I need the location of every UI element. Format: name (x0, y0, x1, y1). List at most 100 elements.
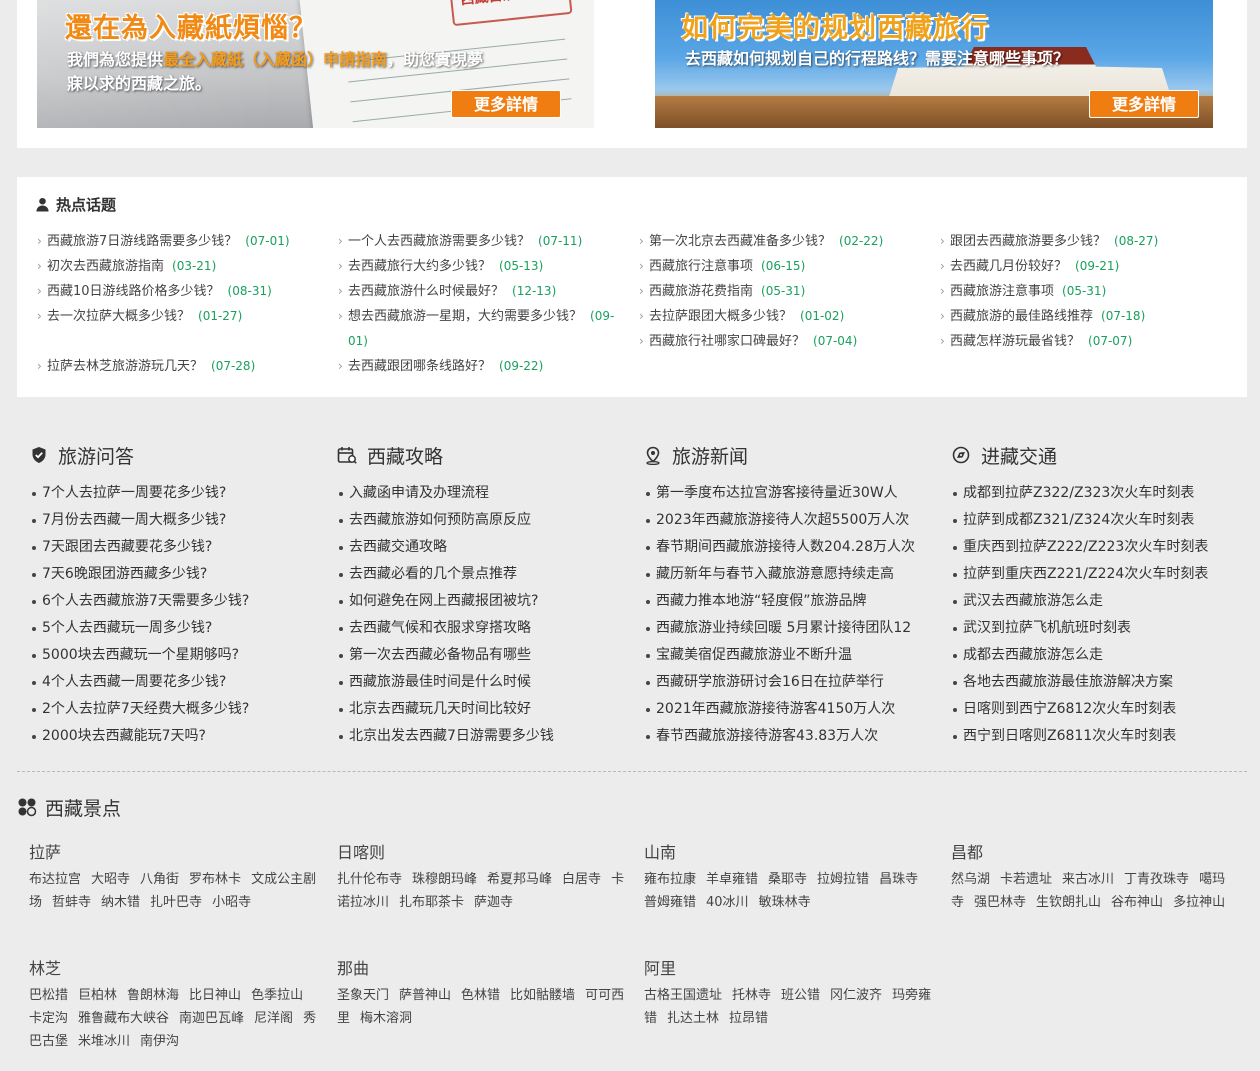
list-item[interactable]: 武汉到拉萨飞机航班时刻表 (951, 615, 1251, 642)
hot-topic-item[interactable]: 去西藏旅行大约多少钱？(05-13) (336, 254, 626, 279)
spot-link[interactable]: 普姆雍错 (644, 895, 696, 910)
spot-link[interactable]: 巨柏林 (78, 988, 117, 1003)
spot-link[interactable]: 尼洋阁 (254, 1011, 293, 1026)
hot-topic-item[interactable]: 去一次拉萨大概多少钱？(01-27) (35, 304, 325, 329)
hot-topic-item[interactable]: 第一次北京去西藏准备多少钱？(02-22) (637, 229, 927, 254)
list-item[interactable]: 入藏函申请及办理流程 (337, 480, 637, 507)
list-item[interactable]: 藏历新年与春节入藏旅游意愿持续走高 (644, 561, 944, 588)
list-item[interactable]: 西藏研学旅游研讨会16日在拉萨举行 (644, 669, 944, 696)
spot-link[interactable]: 哲蚌寺 (52, 895, 91, 910)
hot-topic-item[interactable]: 西藏旅游注意事项(05-31) (938, 279, 1228, 304)
list-item[interactable]: 拉萨到成都Z321/Z324次火车时刻表 (951, 507, 1251, 534)
spot-link[interactable]: 比如骷髅墙 (510, 988, 575, 1003)
list-item[interactable]: 春节西藏旅游接待游客43.83万人次 (644, 723, 944, 750)
list-item[interactable]: 北京出发去西藏7日游需要多少钱 (337, 723, 637, 750)
hot-topic-item[interactable]: 去拉萨跟团大概多少钱？(01-02) (637, 304, 927, 329)
hot-topic-item[interactable]: 西藏怎样游玩最省钱？(07-07) (938, 329, 1228, 354)
plan-trip-banner[interactable]: 如何完美的规划西藏旅行 去西藏如何规划自己的行程路线？需要注意哪些事项？ 更多詳… (655, 0, 1213, 128)
list-item[interactable]: 5000块去西藏玩一个星期够吗? (30, 642, 330, 669)
list-item[interactable]: 西藏旅游最佳时间是什么时候 (337, 669, 637, 696)
list-item[interactable]: 武汉去西藏旅游怎么走 (951, 588, 1251, 615)
hot-topic-item[interactable]: 想去西藏旅游一星期，大约需要多少钱？(09-01) (336, 304, 626, 354)
spot-link[interactable]: 白居寺 (562, 872, 601, 887)
spot-link[interactable]: 罗布林卡 (189, 872, 241, 887)
hot-topic-item[interactable]: 去西藏几月份较好？(09-21) (938, 254, 1228, 279)
hot-topic-item[interactable]: 拉萨去林芝旅游游玩几天？(07-28) (35, 354, 325, 379)
list-item[interactable]: 去西藏交通攻略 (337, 534, 637, 561)
spot-link[interactable]: 扎达土林 (667, 1011, 719, 1026)
spot-link[interactable]: 扎什伦布寺 (337, 872, 402, 887)
hot-topic-item[interactable]: 西藏旅行社哪家口碑最好？(07-04) (637, 329, 927, 354)
list-item[interactable]: 春节期间西藏旅游接待人数204.28万人次 (644, 534, 944, 561)
spot-link[interactable]: 然乌湖 (951, 872, 990, 887)
region-title[interactable]: 林芝 (29, 958, 325, 980)
list-item[interactable]: 西藏力推本地游“轻度假”旅游品牌 (644, 588, 944, 615)
spot-link[interactable]: 昌珠寺 (879, 872, 918, 887)
spot-link[interactable]: 南伊沟 (140, 1034, 179, 1049)
travel-news-header[interactable]: 旅游新闻 (644, 440, 944, 470)
region-title[interactable]: 拉萨 (29, 842, 325, 864)
spot-link[interactable]: 谷布神山 (1111, 895, 1163, 910)
spot-link[interactable]: 卡定沟 (29, 1011, 68, 1026)
list-item[interactable]: 成都到拉萨Z322/Z323次火车时刻表 (951, 480, 1251, 507)
spot-link[interactable]: 鲁朗林海 (127, 988, 179, 1003)
plan-more-button[interactable]: 更多詳情 (1089, 90, 1199, 118)
spot-link[interactable]: 纳木错 (101, 895, 140, 910)
spot-link[interactable]: 多拉神山 (1173, 895, 1225, 910)
region-title[interactable]: 阿里 (644, 958, 940, 980)
spot-link[interactable]: 大昭寺 (91, 872, 130, 887)
list-item[interactable]: 4个人去西藏一周要花多少钱? (30, 669, 330, 696)
list-item[interactable]: 7天跟团去西藏要花多少钱? (30, 534, 330, 561)
spot-link[interactable]: 强巴林寺 (974, 895, 1026, 910)
hot-topic-item[interactable]: 去西藏旅游什么时候最好？(12-13) (336, 279, 626, 304)
spot-link[interactable]: 小昭寺 (212, 895, 251, 910)
region-title[interactable]: 山南 (644, 842, 940, 864)
spot-link[interactable]: 生钦朗扎山 (1036, 895, 1101, 910)
spot-link[interactable]: 萨普神山 (399, 988, 451, 1003)
list-item[interactable]: 7天6晚跟团游西藏多少钱? (30, 561, 330, 588)
list-item[interactable]: 宝藏美宿促西藏旅游业不断升温 (644, 642, 944, 669)
hot-topic-item[interactable]: 去西藏跟团哪条线路好？(09-22) (336, 354, 626, 379)
spot-link[interactable]: 雅鲁藏布大峡谷 (78, 1011, 169, 1026)
list-item[interactable]: 重庆西到拉萨Z222/Z223次火车时刻表 (951, 534, 1251, 561)
spot-link[interactable]: 40冰川 (706, 895, 749, 910)
list-item[interactable]: 6个人去西藏旅游7天需要多少钱? (30, 588, 330, 615)
hot-topic-item[interactable]: 跟团去西藏旅游要多少钱？(08-27) (938, 229, 1228, 254)
list-item[interactable]: 第一季度布达拉宫游客接待量近30W人 (644, 480, 944, 507)
spot-link[interactable]: 萨迦寺 (474, 895, 513, 910)
list-item[interactable]: 5个人去西藏玩一周多少钱? (30, 615, 330, 642)
permit-guide-banner[interactable]: 西藏自治区旅游局 還在為入藏紙煩惱？ 我們為您提供最全入藏紙（入藏函）申請指南，… (37, 0, 594, 128)
hot-topic-item[interactable]: 西藏旅游7日游线路需要多少钱？(07-01) (35, 229, 325, 254)
spot-link[interactable]: 八角街 (140, 872, 179, 887)
list-item[interactable]: 西藏旅游业持续回暖 5月累计接待团队12 (644, 615, 944, 642)
tibet-guide-header[interactable]: 西藏攻略 (337, 440, 637, 470)
list-item[interactable]: 2021年西藏旅游接待游客4150万人次 (644, 696, 944, 723)
list-item[interactable]: 2023年西藏旅游接待人次超5500万人次 (644, 507, 944, 534)
list-item[interactable]: 如何避免在网上西藏报团被坑? (337, 588, 637, 615)
list-item[interactable]: 2000块去西藏能玩7天吗? (30, 723, 330, 750)
spot-link[interactable]: 班公错 (781, 988, 820, 1003)
list-item[interactable]: 2个人去拉萨7天经费大概多少钱? (30, 696, 330, 723)
spot-link[interactable]: 古格王国遗址 (644, 988, 722, 1003)
permit-more-button[interactable]: 更多詳情 (451, 90, 561, 118)
spot-link[interactable]: 托林寺 (732, 988, 771, 1003)
spot-link[interactable]: 布达拉宫 (29, 872, 81, 887)
region-title[interactable]: 昌都 (951, 842, 1247, 864)
spot-link[interactable]: 敏珠林寺 (759, 895, 811, 910)
spot-link[interactable]: 色季拉山 (251, 988, 303, 1003)
list-item[interactable]: 西宁到日喀则Z6811次火车时刻表 (951, 723, 1251, 750)
list-item[interactable]: 第一次去西藏必备物品有哪些 (337, 642, 637, 669)
spot-link[interactable]: 米堆冰川 (78, 1034, 130, 1049)
spot-link[interactable]: 珠穆朗玛峰 (412, 872, 477, 887)
hot-topic-item[interactable]: 西藏旅游花费指南(05-31) (637, 279, 927, 304)
list-item[interactable]: 去西藏气候和衣服求穿搭攻略 (337, 615, 637, 642)
hot-topic-item[interactable]: 一个人去西藏旅游需要多少钱？(07-11) (336, 229, 626, 254)
spot-link[interactable]: 希夏邦马峰 (487, 872, 552, 887)
transport-header[interactable]: 进藏交通 (951, 440, 1251, 470)
hot-topic-item[interactable]: 西藏10日游线路价格多少钱？(08-31) (35, 279, 325, 304)
spot-link[interactable]: 扎叶巴寺 (150, 895, 202, 910)
region-title[interactable]: 日喀则 (337, 842, 633, 864)
spot-link[interactable]: 雍布拉康 (644, 872, 696, 887)
hot-topic-item[interactable]: 西藏旅行注意事项(06-15) (637, 254, 927, 279)
hot-topic-item[interactable]: 西藏旅游的最佳路线推荐(07-18) (938, 304, 1228, 329)
